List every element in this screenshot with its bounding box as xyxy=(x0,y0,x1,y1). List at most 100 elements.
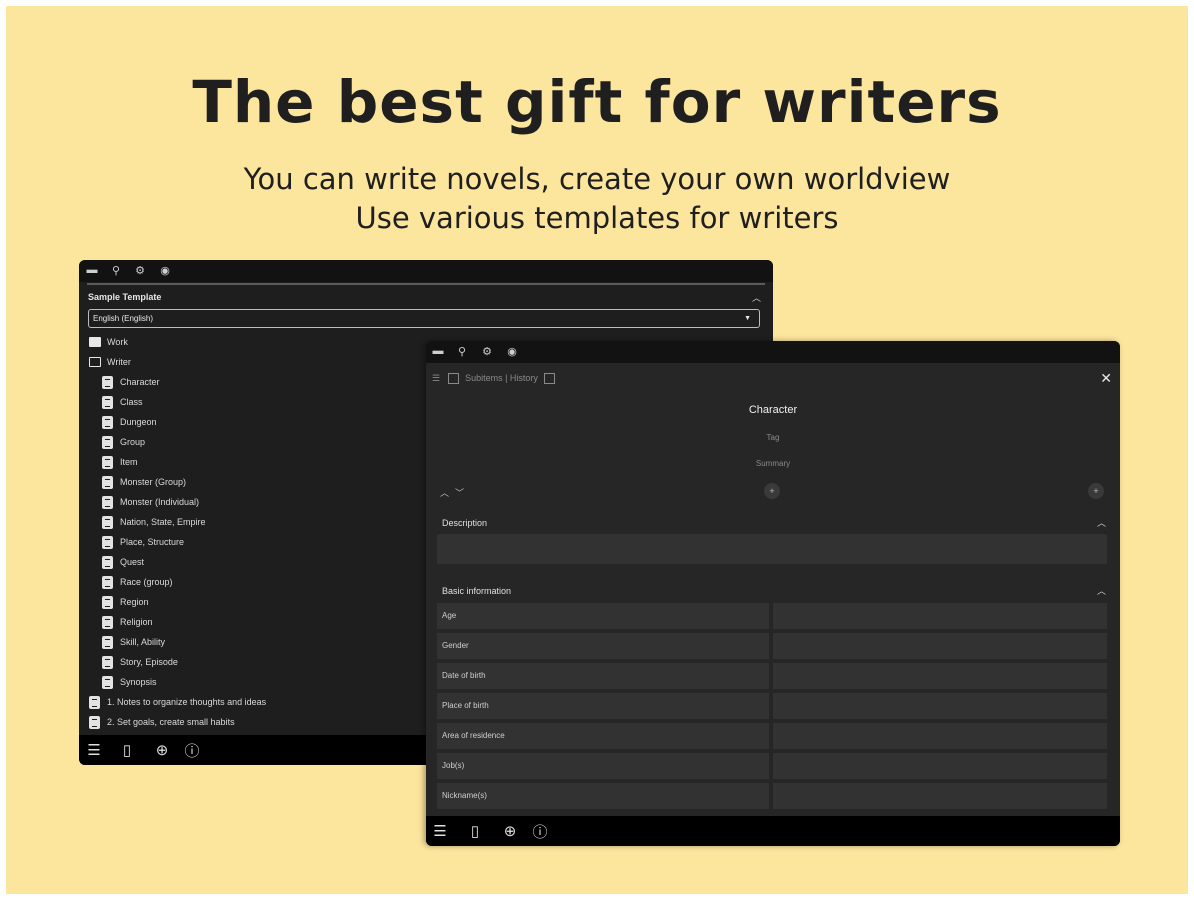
doc-item[interactable]: Quest xyxy=(102,552,144,572)
phone-icon[interactable]: ▯ xyxy=(466,822,484,840)
doc-label: Region xyxy=(120,597,149,607)
doc-item[interactable]: Religion xyxy=(102,612,153,632)
doc-label: Religion xyxy=(120,617,153,627)
doc-label: Group xyxy=(120,437,146,447)
document-icon xyxy=(102,455,113,469)
menu-icon[interactable]: ☰ xyxy=(85,741,103,759)
globe-icon[interactable]: ⊕ xyxy=(153,741,171,759)
add-icon[interactable]: + xyxy=(1088,483,1104,499)
field-label: Job(s) xyxy=(437,753,769,779)
folder-label: Writer xyxy=(107,357,131,367)
document-icon xyxy=(102,475,113,489)
document-icon xyxy=(89,695,100,709)
tag-field[interactable]: Tag xyxy=(426,433,1120,442)
folder-icon[interactable]: ▬ xyxy=(431,344,445,358)
folder-icon[interactable]: ▬ xyxy=(85,263,99,277)
doc-item[interactable]: Item xyxy=(102,452,138,472)
gear-icon[interactable]: ⚙ xyxy=(480,344,494,358)
doc-item[interactable]: Dungeon xyxy=(102,412,157,432)
field-input[interactable] xyxy=(773,693,1107,719)
doc-label: Place, Structure xyxy=(120,537,185,547)
language-select[interactable]: English (English) ▼ xyxy=(88,309,760,328)
top-toolbar: ▬ ⚲ ⚙ ◉ xyxy=(426,341,1120,363)
document-icon xyxy=(102,615,113,629)
doc-label: Nation, State, Empire xyxy=(120,517,206,527)
chevron-up-icon[interactable]: ︿ xyxy=(752,291,761,304)
field-input[interactable] xyxy=(773,603,1107,629)
document-icon xyxy=(102,415,113,429)
document-icon xyxy=(102,555,113,569)
bottom-toolbar: ☰ ▯ ⊕ ⓘ xyxy=(426,816,1120,846)
account-icon[interactable]: ◉ xyxy=(158,263,172,277)
document-icon xyxy=(102,655,113,669)
calendar-icon[interactable] xyxy=(543,372,555,384)
search-icon[interactable]: ⚲ xyxy=(109,263,123,277)
doc-label: Character xyxy=(120,377,160,387)
menu-icon[interactable]: ☰ xyxy=(431,822,449,840)
doc-item[interactable]: Character xyxy=(102,372,160,392)
field-input[interactable] xyxy=(773,723,1107,749)
folder-open-icon xyxy=(89,357,101,367)
field-label: Nickname(s) xyxy=(437,783,769,809)
field-label: Age xyxy=(437,603,769,629)
gear-icon[interactable]: ⚙ xyxy=(133,263,147,277)
folder-item-writer[interactable]: Writer xyxy=(89,352,131,372)
template-label[interactable]: Sample Template xyxy=(88,292,161,302)
description-input[interactable] xyxy=(437,534,1107,564)
doc-item[interactable]: Group xyxy=(102,432,145,452)
summary-field[interactable]: Summary xyxy=(426,459,1120,468)
document-icon xyxy=(102,395,113,409)
document-icon xyxy=(102,575,113,589)
doc-label: Synopsis xyxy=(120,677,157,687)
chevron-up-icon[interactable]: ︿ xyxy=(1097,516,1106,529)
doc-item[interactable]: Synopsis xyxy=(102,672,157,692)
chevron-up-icon[interactable]: ︿ xyxy=(1097,584,1106,597)
field-input[interactable] xyxy=(773,783,1107,809)
account-icon[interactable]: ◉ xyxy=(505,344,519,358)
doc-item[interactable]: Race (group) xyxy=(102,572,173,592)
doc-item[interactable]: Region xyxy=(102,592,149,612)
save-icon[interactable] xyxy=(448,372,460,384)
doc-label: Monster (Individual) xyxy=(120,497,200,507)
doc-item[interactable]: Monster (Group) xyxy=(102,472,186,492)
close-icon[interactable]: ✕ xyxy=(1100,370,1112,387)
subline-2: Use various templates for writers xyxy=(355,201,839,235)
doc-label: Item xyxy=(120,457,138,467)
doc-label: Class xyxy=(120,397,143,407)
folder-label: Work xyxy=(107,337,128,347)
description-label: Description xyxy=(442,518,488,528)
globe-icon[interactable]: ⊕ xyxy=(501,822,519,840)
document-icon xyxy=(89,715,100,729)
doc-item[interactable]: Place, Structure xyxy=(102,532,184,552)
doc-item[interactable]: Monster (Individual) xyxy=(102,492,199,512)
document-icon xyxy=(102,375,113,389)
doc-item[interactable]: Skill, Ability xyxy=(102,632,165,652)
search-icon[interactable]: ⚲ xyxy=(455,344,469,358)
field-input[interactable] xyxy=(773,633,1107,659)
menu-icon[interactable]: ☰ xyxy=(432,373,440,384)
note-item[interactable]: 2. Set goals, create small habits xyxy=(89,712,235,732)
language-value: English (English) xyxy=(93,314,154,323)
doc-item[interactable]: Nation, State, Empire xyxy=(102,512,206,532)
folder-item-work[interactable]: Work xyxy=(89,332,128,352)
field-input[interactable] xyxy=(773,753,1107,779)
document-icon xyxy=(102,535,113,549)
subline-1: You can write novels, create your own wo… xyxy=(243,162,951,196)
field-label: Date of birth xyxy=(437,663,769,689)
document-icon xyxy=(102,495,113,509)
field-input[interactable] xyxy=(773,663,1107,689)
note-item[interactable]: 1. Notes to organize thoughts and ideas xyxy=(89,692,266,712)
doc-item[interactable]: Class xyxy=(102,392,143,412)
help-icon[interactable]: ⓘ xyxy=(183,741,201,760)
document-icon xyxy=(102,675,113,689)
document-title[interactable]: Character xyxy=(426,404,1120,416)
move-up-down-icons[interactable]: ︿﹀ xyxy=(440,486,470,499)
add-icon[interactable]: + xyxy=(764,483,780,499)
editor-window: ▬ ⚲ ⚙ ◉ ☰ Subitems | History ✕ Character… xyxy=(426,341,1120,846)
phone-icon[interactable]: ▯ xyxy=(118,741,136,759)
document-icon xyxy=(102,635,113,649)
doc-item[interactable]: Story, Episode xyxy=(102,652,178,672)
help-icon[interactable]: ⓘ xyxy=(531,822,549,841)
subitems-history-tabs[interactable]: Subitems | History xyxy=(465,373,538,383)
document-icon xyxy=(102,515,113,529)
